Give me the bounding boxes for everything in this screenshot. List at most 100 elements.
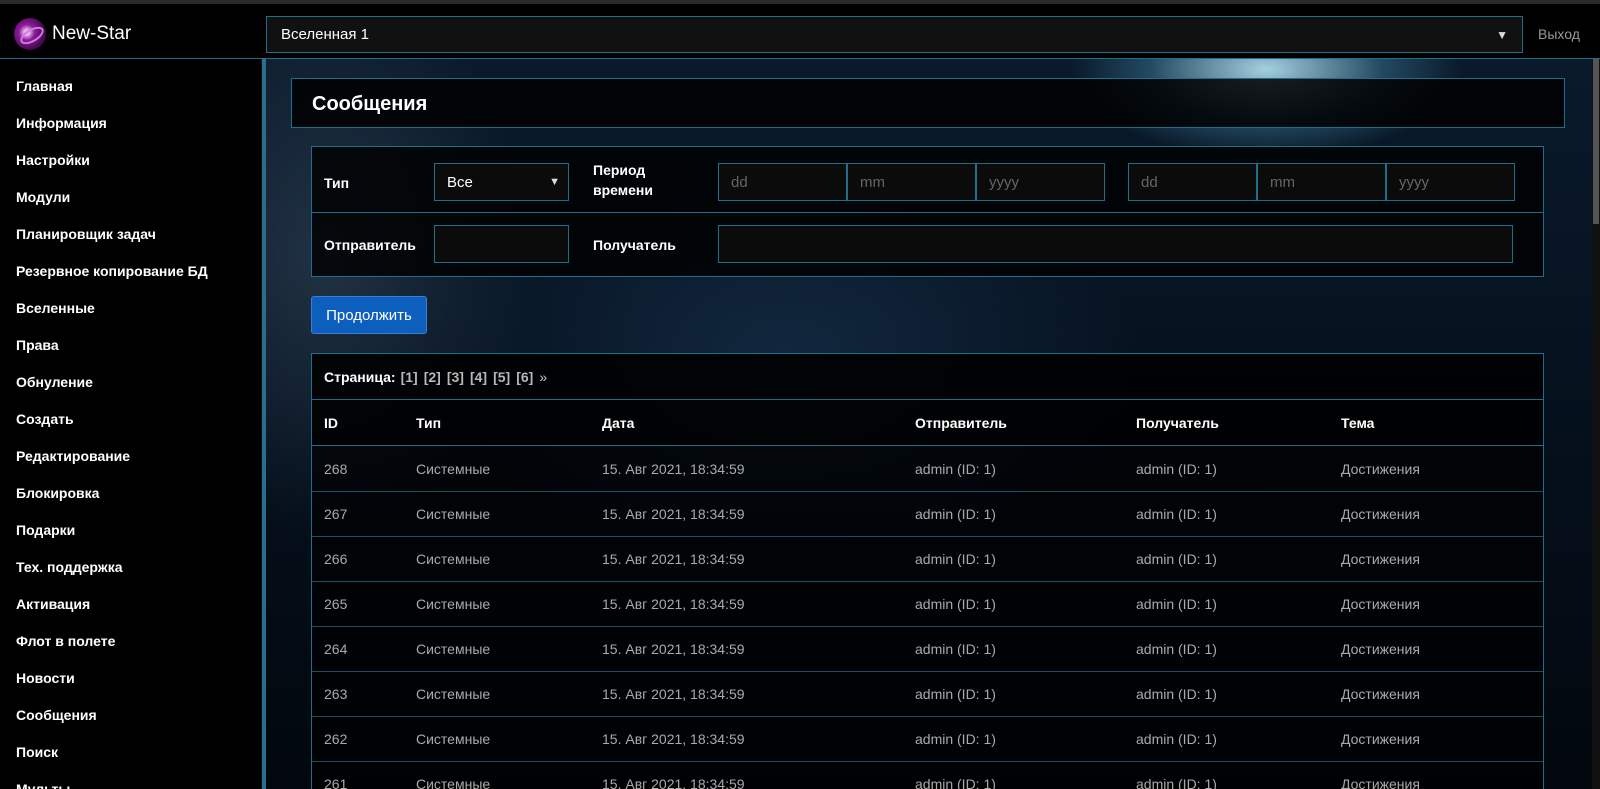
table-row[interactable]: 263 Системные 15. Авг 2021, 18:34:59 adm… [312,671,1543,717]
cell-date: 15. Авг 2021, 18:34:59 [602,461,745,477]
column-header-sender[interactable]: Отправитель [915,415,1007,431]
date-from-month-input[interactable]: mm [847,163,976,201]
logout-link[interactable]: Выход [1538,26,1580,42]
column-header-type[interactable]: Тип [416,415,441,431]
page-link-6[interactable]: [6] [516,369,533,385]
chevron-down-icon: ▼ [1496,27,1508,42]
table-row[interactable]: 265 Системные 15. Авг 2021, 18:34:59 adm… [312,581,1543,627]
cell-id: 262 [324,731,348,747]
cell-type: Системные [416,551,491,567]
column-header-recipient[interactable]: Получатель [1136,415,1219,431]
sidebar: Главная Информация Настройки Модули План… [0,59,262,789]
sidebar-item-modules[interactable]: Модули [0,178,261,215]
page-title: Сообщения [312,93,428,115]
sidebar-item-info[interactable]: Информация [0,104,261,141]
recipient-label: Получатель [593,237,676,253]
date-to-year-input[interactable]: yyyy [1386,163,1515,201]
sidebar-item-reset[interactable]: Обнуление [0,363,261,400]
column-header-id[interactable]: ID [324,415,338,431]
main-content: Сообщения Тип Все ▼ Период времени dd mm… [266,59,1600,789]
cell-id: 267 [324,506,348,522]
cell-recipient: admin (ID: 1) [1136,776,1217,789]
date-from-day-input[interactable]: dd [718,163,847,201]
cell-sender: admin (ID: 1) [915,641,996,657]
cell-sender: admin (ID: 1) [915,461,996,477]
type-select-value: Все [447,173,473,191]
sidebar-item-rights[interactable]: Права [0,326,261,363]
sidebar-item-edit[interactable]: Редактирование [0,437,261,474]
cell-id: 261 [324,776,348,789]
cell-recipient: admin (ID: 1) [1136,461,1217,477]
cell-date: 15. Авг 2021, 18:34:59 [602,686,745,702]
sender-input[interactable] [434,225,569,263]
column-header-subject[interactable]: Тема [1341,415,1374,431]
cell-sender: admin (ID: 1) [915,596,996,612]
column-header-date[interactable]: Дата [602,415,634,431]
recipient-input[interactable] [718,225,1513,263]
cell-sender: admin (ID: 1) [915,506,996,522]
table-row[interactable]: 268 Системные 15. Авг 2021, 18:34:59 adm… [312,446,1543,492]
table-header: ID Тип Дата Отправитель Получатель Тема [312,400,1543,446]
cell-sender: admin (ID: 1) [915,731,996,747]
cell-date: 15. Авг 2021, 18:34:59 [602,596,745,612]
main-scrollbar[interactable] [1592,59,1600,789]
cell-date: 15. Авг 2021, 18:34:59 [602,506,745,522]
top-bar: New-Star Вселенная 1 ▼ Выход [0,0,1600,59]
date-from-year-input[interactable]: yyyy [976,163,1105,201]
sidebar-item-universes[interactable]: Вселенные [0,289,261,326]
main-scrollbar-thumb[interactable] [1593,59,1599,224]
sidebar-item-ban[interactable]: Блокировка [0,474,261,511]
page-link-5[interactable]: [5] [493,369,510,385]
brand[interactable]: New-Star [14,18,131,50]
cell-recipient: admin (ID: 1) [1136,596,1217,612]
sidebar-item-messages[interactable]: Сообщения [0,696,261,733]
sidebar-item-task-scheduler[interactable]: Планировщик задач [0,215,261,252]
page-link-4[interactable]: [4] [470,369,487,385]
cell-type: Системные [416,641,491,657]
type-label: Тип [324,175,350,191]
page-link-1[interactable]: [1] [401,369,418,385]
sidebar-item-settings[interactable]: Настройки [0,141,261,178]
table-row[interactable]: 267 Системные 15. Авг 2021, 18:34:59 adm… [312,491,1543,537]
date-to-month-input[interactable]: mm [1257,163,1386,201]
sidebar-item-multi[interactable]: Мульты [0,770,261,789]
sidebar-item-gifts[interactable]: Подарки [0,511,261,548]
sidebar-item-fleet[interactable]: Флот в полете [0,622,261,659]
cell-recipient: admin (ID: 1) [1136,551,1217,567]
sidebar-item-create[interactable]: Создать [0,400,261,437]
next-page-link[interactable]: » [539,369,547,385]
sidebar-item-activation[interactable]: Активация [0,585,261,622]
table-row[interactable]: 266 Системные 15. Авг 2021, 18:34:59 adm… [312,536,1543,582]
cell-subject: Достижения [1341,731,1420,747]
sidebar-item-home[interactable]: Главная [0,67,261,104]
cell-subject: Достижения [1341,551,1420,567]
cell-sender: admin (ID: 1) [915,551,996,567]
sidebar-item-news[interactable]: Новости [0,659,261,696]
cell-subject: Достижения [1341,461,1420,477]
cell-id: 263 [324,686,348,702]
sidebar-item-search[interactable]: Поиск [0,733,261,770]
sidebar-item-support[interactable]: Тех. поддержка [0,548,261,585]
filter-form: Тип Все ▼ Период времени dd mm yyyy dd m… [311,146,1544,277]
cell-type: Системные [416,596,491,612]
page-link-2[interactable]: [2] [424,369,441,385]
page-title-bar: Сообщения [291,78,1565,128]
type-select[interactable]: Все ▼ [434,163,569,201]
continue-button[interactable]: Продолжить [311,296,427,334]
cell-date: 15. Авг 2021, 18:34:59 [602,551,745,567]
pagination-label: Страница: [324,368,396,385]
cell-subject: Достижения [1341,641,1420,657]
cell-type: Системные [416,686,491,702]
cell-recipient: admin (ID: 1) [1136,506,1217,522]
cell-recipient: admin (ID: 1) [1136,641,1217,657]
table-row[interactable]: 261 Системные 15. Авг 2021, 18:34:59 adm… [312,761,1543,789]
sidebar-item-db-backup[interactable]: Резервное копирование БД [0,252,261,289]
cell-id: 264 [324,641,348,657]
period-label: Период времени [593,162,653,198]
table-row[interactable]: 262 Системные 15. Авг 2021, 18:34:59 adm… [312,716,1543,762]
date-to-day-input[interactable]: dd [1128,163,1257,201]
table-row[interactable]: 264 Системные 15. Авг 2021, 18:34:59 adm… [312,626,1543,672]
messages-table: Страница: [1] [2] [3] [4] [5] [6] » ID Т… [311,353,1544,789]
page-link-3[interactable]: [3] [447,369,464,385]
universe-select[interactable]: Вселенная 1 ▼ [266,16,1523,53]
